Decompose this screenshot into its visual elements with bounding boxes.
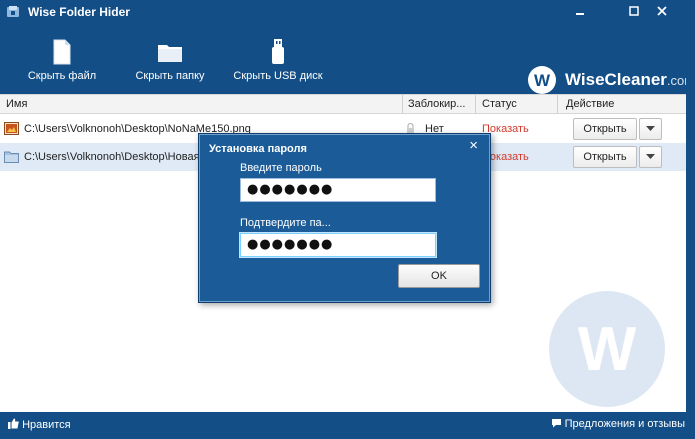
hide-usb-button[interactable]: Скрыть USB диск (232, 38, 324, 90)
feedback-label: Предложения и отзывы (564, 418, 685, 430)
action-dropdown-button[interactable] (639, 146, 662, 168)
chevron-down-icon (646, 126, 655, 131)
ok-button[interactable]: OK (398, 264, 480, 288)
status-bar: Нравится Предложения и отзывы (0, 412, 695, 439)
svg-text:W: W (578, 315, 637, 384)
like-label: Нравится (22, 419, 71, 431)
close-icon[interactable] (655, 4, 669, 18)
column-header-status[interactable]: Статус (482, 98, 517, 110)
column-header-action[interactable]: Действие (566, 98, 614, 110)
app-icon (7, 6, 19, 17)
window-right-edge (686, 24, 695, 412)
dialog-title: Установка пароля (209, 143, 307, 155)
speech-bubble-icon (551, 419, 561, 428)
hide-file-button[interactable]: Скрыть файл (26, 38, 98, 90)
chevron-down-icon (646, 154, 655, 159)
open-button[interactable]: Открыть (573, 146, 637, 168)
password-label: Введите пароль (240, 162, 322, 174)
password-field[interactable]: ●●●●●●● (240, 178, 436, 202)
column-divider[interactable] (475, 95, 476, 114)
wisecleaner-logo-icon: W (528, 66, 556, 94)
confirm-password-field[interactable]: ●●●●●●● (240, 233, 436, 257)
usb-drive-icon (272, 39, 284, 64)
app-title: Wise Folder Hider (28, 5, 130, 19)
wisecleaner-watermark-icon: W (549, 291, 665, 407)
minimize-icon[interactable] (573, 4, 587, 18)
file-icon (53, 39, 71, 65)
confirm-password-label: Подтвердите па... (240, 217, 331, 229)
feedback-button[interactable]: Предложения и отзывы (551, 418, 685, 430)
toolbar: Скрыть файл Скрыть папку Скрыть USB диск… (0, 24, 695, 94)
column-header-name[interactable]: Имя (6, 98, 27, 110)
folder-icon (158, 45, 182, 62)
hide-folder-label: Скрыть папку (135, 70, 205, 82)
hide-usb-label: Скрыть USB диск (233, 70, 323, 82)
set-password-dialog: Установка пароля × Введите пароль ●●●●●●… (198, 133, 491, 303)
maximize-icon[interactable] (627, 4, 641, 18)
column-divider[interactable] (402, 95, 403, 114)
column-divider[interactable] (557, 95, 558, 114)
row-path: C:\Users\Volknonoh\Desktop\Новая (24, 151, 200, 163)
svg-text:W: W (534, 71, 551, 90)
like-button[interactable]: Нравится (8, 418, 71, 431)
brand-name: WiseCleaner (565, 70, 667, 89)
folder-icon (4, 151, 19, 163)
open-button[interactable]: Открыть (573, 118, 637, 140)
thumbs-up-icon (8, 418, 19, 429)
action-dropdown-button[interactable] (639, 118, 662, 140)
dialog-close-icon[interactable]: × (469, 138, 478, 153)
title-bar: Wise Folder Hider (0, 0, 695, 24)
hide-folder-button[interactable]: Скрыть папку (131, 38, 209, 90)
image-file-icon (4, 122, 19, 135)
table-header: Имя Заблокир... Статус Действие (0, 94, 686, 114)
hide-file-label: Скрыть файл (27, 70, 97, 82)
column-header-locked[interactable]: Заблокир... (408, 98, 465, 110)
